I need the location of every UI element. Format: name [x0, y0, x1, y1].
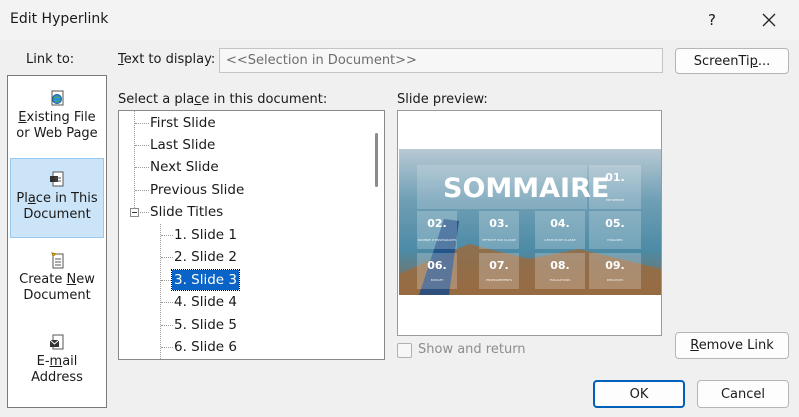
- tree-connector: [161, 257, 173, 258]
- slide-tile-number: 09.: [605, 259, 625, 272]
- ok-button-label: OK: [629, 386, 649, 402]
- tree-item-previous-slide[interactable]: Previous Slide: [150, 180, 244, 200]
- cancel-button[interactable]: Cancel: [697, 380, 789, 408]
- link-to-create-new-document[interactable]: Create New Document: [10, 252, 104, 308]
- tree-connector: [135, 190, 149, 191]
- tree-connector: [140, 212, 149, 213]
- place-in-document-label-line1: Place in This: [16, 191, 98, 206]
- slide-title: SOMMAIRE: [443, 173, 609, 204]
- document-place-tree[interactable]: First Slide Last Slide Next Slide Previo…: [118, 110, 385, 360]
- tree-item-last-slide[interactable]: Last Slide: [150, 135, 215, 155]
- slide-tile-number: 07.: [489, 259, 509, 272]
- show-and-return-checkbox[interactable]: [397, 343, 412, 358]
- slide-tile-number: 01.: [605, 171, 625, 184]
- ok-button[interactable]: OK: [593, 380, 685, 408]
- close-icon: [762, 13, 776, 27]
- slide-image: SOMMAIRE 01. ENTREPRISE 02. NOMBRE D'ENSEIG…: [399, 149, 661, 295]
- new-document-icon: [49, 252, 65, 270]
- web-page-icon: [49, 90, 65, 108]
- scrollbar-thumb[interactable]: [375, 133, 378, 187]
- slide-tile-number: 04.: [550, 217, 570, 230]
- tree-item-slide-3[interactable]: 3. Slide 3: [171, 269, 240, 291]
- help-icon: ?: [708, 11, 716, 29]
- tree-item-slide-6[interactable]: 6. Slide 6: [174, 337, 237, 357]
- tree-item-slide-1[interactable]: 1. Slide 1: [174, 225, 237, 245]
- existing-file-label-line2: or Web Page: [16, 126, 98, 141]
- tree-connector: [161, 235, 173, 236]
- tree-connector: [135, 123, 149, 124]
- slide-tile-number: 06.: [427, 259, 447, 272]
- link-to-panel: Existing File or Web Page Place in This …: [7, 75, 107, 408]
- slide-tile-number: 08.: [550, 259, 570, 272]
- tree-connector: [161, 325, 173, 326]
- slide-thumbnail: SOMMAIRE 01. ENTREPRISE 02. NOMBRE D'ENSEIG…: [399, 149, 661, 295]
- slide-tile-caption: NOMBRE D'ENSEIGNANTS: [418, 238, 457, 242]
- email-label-line2: Address: [31, 370, 83, 385]
- help-button[interactable]: ?: [696, 4, 728, 36]
- link-to-email-address[interactable]: E-mail Address: [10, 334, 104, 390]
- slide-tile-caption: RESULTATS: [607, 278, 624, 282]
- tree-connector: [161, 302, 173, 303]
- slide-tile-caption: EVALUATIONS: [550, 278, 571, 282]
- email-address-icon: [49, 334, 65, 352]
- link-to-label: Link to:: [26, 52, 75, 67]
- slide-tile-caption: ENTREPRISE: [606, 198, 625, 202]
- existing-file-label-line1: Existing File: [18, 110, 96, 125]
- remove-link-button-label: Remove Link: [690, 338, 774, 353]
- tree-connector: [135, 145, 149, 146]
- slide-tile-caption: EFFECTIF PAR CLASSE: [482, 238, 515, 242]
- create-new-label-line1: Create New: [19, 272, 95, 287]
- slide-tile-caption: GESTION DE CLASSE: [544, 238, 575, 242]
- text-to-display-field[interactable]: <<Selection in Document>>: [219, 48, 663, 73]
- cancel-button-label: Cancel: [720, 386, 766, 402]
- title-bar: Edit Hyperlink ?: [0, 0, 799, 40]
- link-to-place-in-document[interactable]: Place in This Document: [10, 158, 104, 238]
- tree-item-slide-titles[interactable]: Slide Titles: [150, 202, 223, 222]
- slide-preview-box: SOMMAIRE 01. ENTREPRISE 02. NOMBRE D'ENSEIG…: [397, 110, 662, 336]
- tree-connector: [160, 224, 161, 359]
- slide-tile-caption: HORAIRES: [607, 238, 622, 242]
- place-in-document-label-line2: Document: [23, 207, 91, 222]
- place-in-document-icon: [49, 171, 65, 189]
- tree-item-first-slide[interactable]: First Slide: [150, 113, 216, 133]
- tree-connector: [135, 167, 149, 168]
- slide-preview-label: Slide preview:: [397, 92, 488, 107]
- tree-scrollbar[interactable]: [369, 111, 384, 359]
- text-to-display-label: Text to display:: [118, 52, 216, 67]
- tree-item-slide-4[interactable]: 4. Slide 4: [174, 292, 237, 312]
- email-label-line1: E-mail: [36, 354, 78, 369]
- slide-tile-caption: ENSEIGNEMENTS: [486, 278, 512, 282]
- screentip-button[interactable]: ScreenTip...: [675, 48, 789, 74]
- link-to-existing-file[interactable]: Existing File or Web Page: [10, 90, 104, 146]
- slide-tile-number: 02.: [427, 217, 447, 230]
- close-button[interactable]: [752, 4, 786, 36]
- slide-tile-number: 05.: [605, 217, 625, 230]
- create-new-label-line2: Document: [23, 288, 91, 303]
- tree-connector: [161, 347, 173, 348]
- slide-tile-number: 03.: [489, 217, 509, 230]
- remove-link-button[interactable]: Remove Link: [675, 332, 789, 359]
- tree-item-next-slide[interactable]: Next Slide: [150, 157, 219, 177]
- tree-connector: [134, 111, 135, 208]
- tree-item-slide-2[interactable]: 2. Slide 2: [174, 247, 237, 267]
- slide-tile-caption: BUDGET: [431, 278, 444, 282]
- show-and-return-label: Show and return: [418, 342, 526, 357]
- select-place-label: Select a place in this document:: [118, 92, 328, 107]
- collapse-toggle[interactable]: [130, 208, 139, 217]
- screentip-button-label: ScreenTip...: [693, 53, 771, 69]
- window-title: Edit Hyperlink: [10, 11, 109, 27]
- tree-item-slide-5[interactable]: 5. Slide 5: [174, 315, 237, 335]
